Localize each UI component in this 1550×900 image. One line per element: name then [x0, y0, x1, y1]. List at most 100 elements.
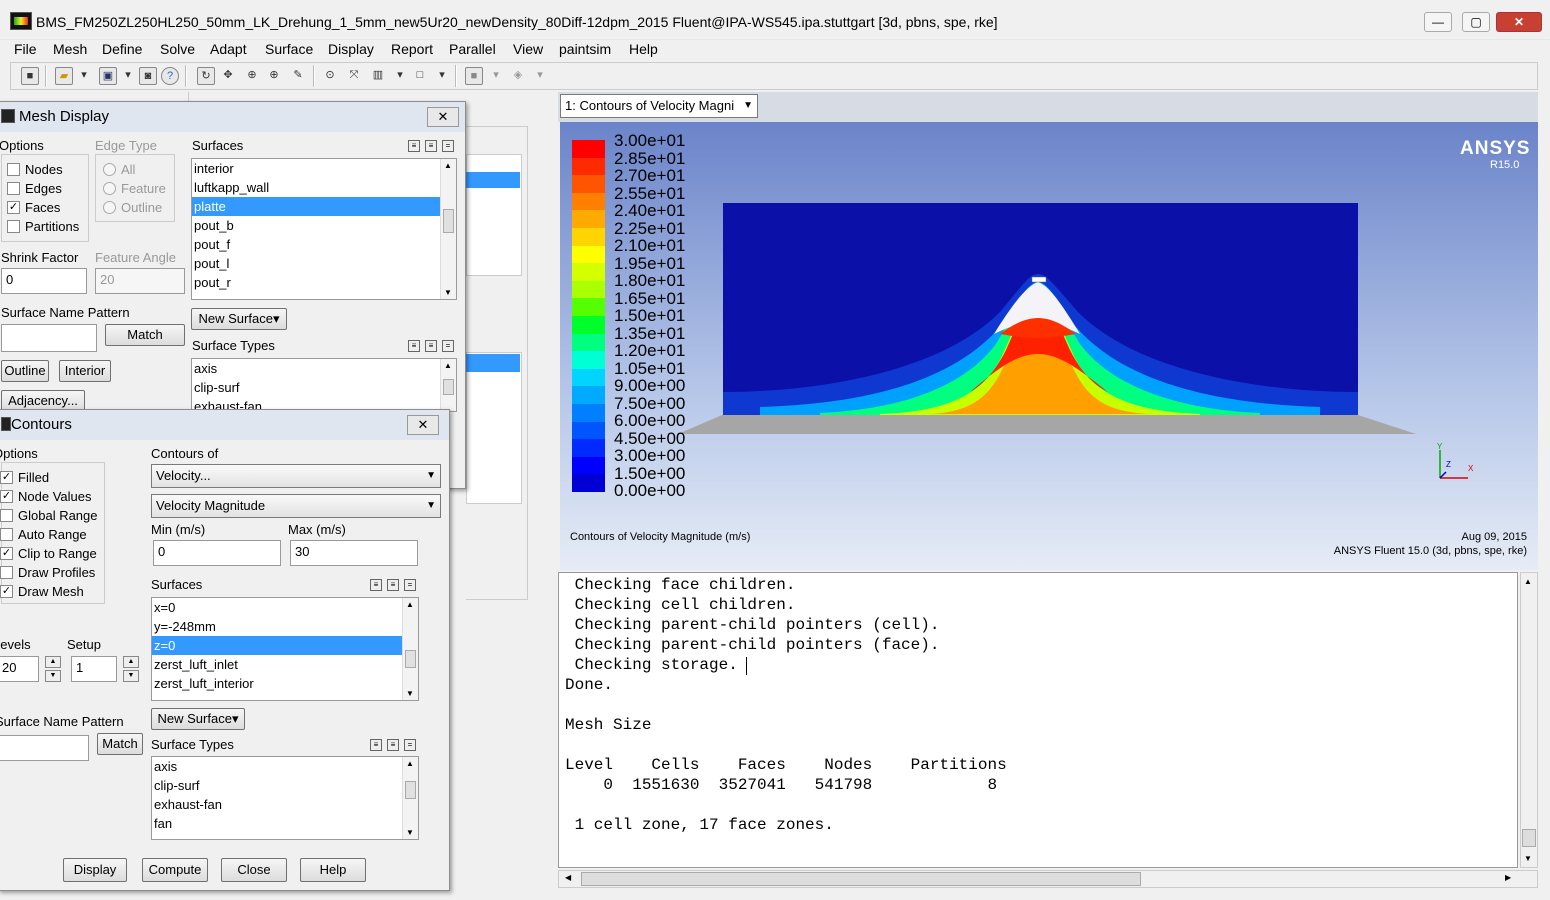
cube-dropdown-icon[interactable]: ▾ [531, 67, 549, 85]
console-vertical-scrollbar[interactable]: ▲ ▼ [1520, 572, 1538, 868]
window-icon[interactable]: □ [411, 67, 429, 85]
console-horizontal-scrollbar[interactable]: ◀ ▶ [558, 870, 1538, 888]
scroll-thumb[interactable] [581, 872, 1141, 886]
menu-adapt[interactable]: Adapt [210, 40, 247, 60]
list-item[interactable]: axis [192, 359, 456, 378]
deselect-all-icon[interactable]: ≡ [425, 340, 437, 352]
console-output[interactable]: Checking face children. Checking cell ch… [558, 572, 1518, 868]
new-surface-button[interactable]: New Surface▾ [151, 708, 245, 730]
camera-icon[interactable]: ◙ [139, 67, 157, 85]
scroll-right-icon[interactable]: ▶ [1505, 873, 1511, 882]
rotate-icon[interactable]: ↻ [197, 67, 215, 85]
menu-report[interactable]: Report [391, 40, 433, 60]
list-item[interactable]: axis [152, 757, 418, 776]
surfaces-list[interactable]: interior luftkapp_wall platte pout_b pou… [191, 158, 457, 300]
compute-button[interactable]: Compute [142, 858, 208, 882]
scroll-down-icon[interactable]: ▼ [1524, 854, 1532, 863]
maximize-button[interactable]: ▢ [1462, 12, 1490, 32]
close-button[interactable]: Close [221, 858, 287, 882]
new-surface-button[interactable]: New Surface▾ [191, 308, 287, 330]
faces-checkbox[interactable]: ✓ [7, 201, 20, 214]
min-field[interactable]: 0 [153, 540, 281, 566]
scrollbar[interactable]: ▲ ▼ [440, 159, 456, 299]
axes-icon[interactable]: ⤧ [345, 67, 363, 85]
edge-all-radio[interactable] [103, 163, 116, 176]
auto-range-checkbox[interactable] [0, 528, 13, 541]
partitions-checkbox[interactable] [7, 220, 20, 233]
nodes-checkbox[interactable] [7, 163, 20, 176]
menu-define[interactable]: Define [102, 40, 142, 60]
layout-icon[interactable]: ▥ [369, 67, 387, 85]
deselect-all-icon[interactable]: ≡ [387, 579, 399, 591]
list-item[interactable]: interior [192, 159, 456, 178]
edges-checkbox[interactable] [7, 182, 20, 195]
graphics-viewport[interactable]: 3.00e+01 2.85e+01 2.70e+01 2.55e+01 2.40… [560, 122, 1538, 570]
select-all-icon[interactable]: ≡ [370, 579, 382, 591]
list-item[interactable]: fan [152, 814, 418, 833]
zoom-icon[interactable]: ⊕ [243, 67, 261, 85]
layout-dropdown-icon[interactable]: ▾ [391, 67, 409, 85]
list-item[interactable]: platte [192, 197, 456, 216]
collapse-icon[interactable]: = [404, 579, 416, 591]
match-button[interactable]: Match [105, 324, 185, 346]
list-item[interactable]: clip-surf [192, 378, 456, 397]
surface-name-pattern-input[interactable] [0, 735, 89, 761]
graphics-window-select[interactable]: 1: Contours of Velocity Magni ▼ [560, 94, 758, 118]
open-dropdown-icon[interactable]: ▾ [75, 67, 93, 85]
shrink-factor-field[interactable]: 0 [1, 268, 87, 294]
collapse-icon[interactable]: = [404, 739, 416, 751]
pan-icon[interactable]: ✥ [219, 67, 237, 85]
collapse-icon[interactable]: = [442, 140, 454, 152]
list-item[interactable]: pout_f [192, 235, 456, 254]
scroll-left-icon[interactable]: ◀ [565, 873, 571, 882]
setup-field[interactable]: 1 [71, 656, 117, 682]
match-button[interactable]: Match [97, 733, 143, 755]
help-icon[interactable]: ? [161, 67, 179, 85]
probe-icon[interactable]: ✎ [289, 67, 307, 85]
collapse-icon[interactable]: = [442, 340, 454, 352]
list-item[interactable]: clip-surf [152, 776, 418, 795]
menu-view[interactable]: View [513, 40, 543, 60]
global-range-checkbox[interactable] [0, 509, 13, 522]
draw-profiles-checkbox[interactable] [0, 566, 13, 579]
scroll-up-icon[interactable]: ▲ [1524, 577, 1532, 586]
close-button[interactable]: ✕ [1496, 12, 1542, 32]
menu-mesh[interactable]: Mesh [53, 40, 87, 60]
menu-surface[interactable]: Surface [265, 40, 313, 60]
close-icon[interactable]: ✕ [407, 415, 439, 435]
window-dropdown-icon[interactable]: ▾ [433, 67, 451, 85]
menu-solve[interactable]: Solve [160, 40, 195, 60]
display-button[interactable]: Display [63, 858, 127, 882]
surfaces-list[interactable]: x=0 y=-248mm z=0 zerst_luft_inlet zerst_… [151, 597, 419, 701]
menu-help[interactable]: Help [629, 40, 658, 60]
list-item[interactable]: pout_b [192, 216, 456, 235]
menu-display[interactable]: Display [328, 40, 374, 60]
filled-checkbox[interactable]: ✓ [0, 471, 13, 484]
contours-of-select[interactable]: Velocity... ▼ [151, 464, 441, 488]
deselect-all-icon[interactable]: ≡ [387, 739, 399, 751]
open-folder-icon[interactable]: ▰ [55, 67, 73, 85]
levels-decrement[interactable]: ▼ [45, 670, 61, 682]
draw-mesh-checkbox[interactable]: ✓ [0, 585, 13, 598]
deselect-all-icon[interactable]: ≡ [425, 140, 437, 152]
list-item[interactable]: x=0 [152, 598, 418, 617]
list-item[interactable]: exhaust-fan [152, 795, 418, 814]
outline-button[interactable]: Outline [1, 360, 49, 382]
clip-to-range-checkbox[interactable]: ✓ [0, 547, 13, 560]
feature-angle-field[interactable]: 20 [95, 268, 185, 294]
scroll-thumb[interactable] [1522, 829, 1536, 847]
display-icon[interactable]: ■ [465, 67, 483, 85]
list-item[interactable]: z=0 [152, 636, 418, 655]
scrollbar[interactable]: ▲ [440, 359, 456, 411]
surface-name-pattern-input[interactable] [1, 324, 97, 352]
list-item[interactable]: luftkapp_wall [192, 178, 456, 197]
edge-outline-radio[interactable] [103, 201, 116, 214]
zoom-fit-icon[interactable]: ⊙ [321, 67, 339, 85]
list-item[interactable]: pout_l [192, 254, 456, 273]
cube-icon[interactable]: ◈ [509, 67, 527, 85]
max-field[interactable]: 30 [290, 540, 418, 566]
list-item[interactable]: pout_r [192, 273, 456, 292]
scrollbar[interactable]: ▲ ▼ [402, 757, 418, 839]
list-item[interactable]: y=-248mm [152, 617, 418, 636]
select-all-icon[interactable]: ≡ [408, 340, 420, 352]
